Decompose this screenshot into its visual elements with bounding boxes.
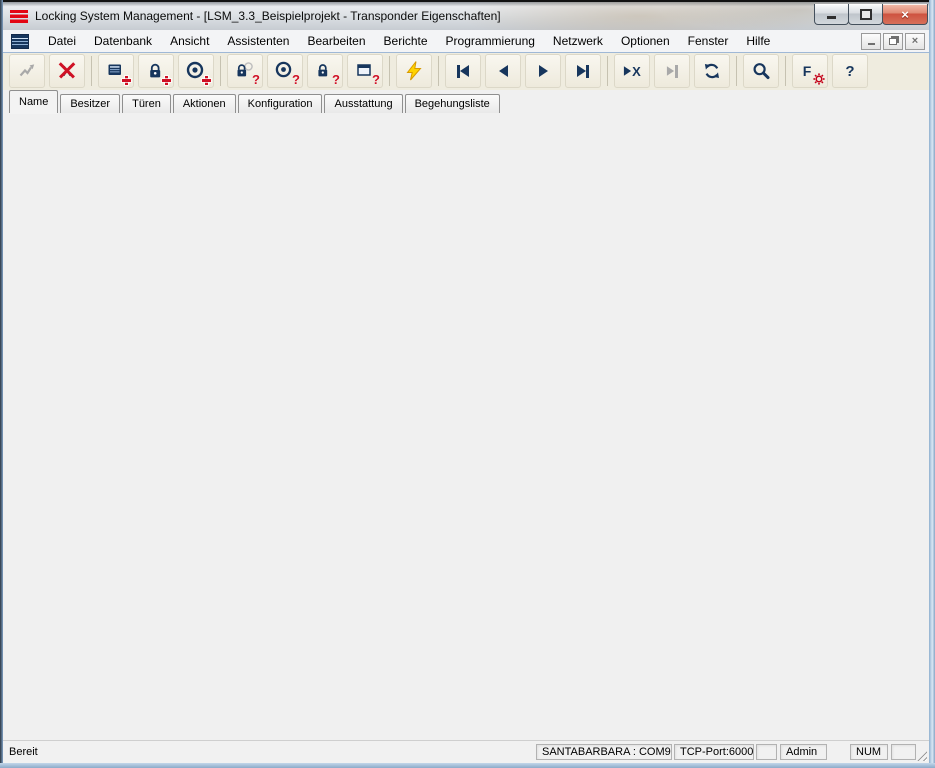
navigate-down-button[interactable] [654, 54, 690, 88]
read-order-button[interactable]: ? [347, 54, 383, 88]
menu-ansicht[interactable]: Ansicht [161, 30, 218, 52]
cancel-navigation-button[interactable]: X [614, 54, 650, 88]
help-icon: ? [845, 63, 854, 80]
new-transponder-button[interactable] [178, 54, 214, 88]
lightning-icon [404, 61, 424, 81]
help-button[interactable]: ? [832, 54, 868, 88]
status-station: SANTABARBARA : COM9 [536, 744, 672, 760]
app-logo-icon [10, 10, 28, 23]
previous-record-button[interactable] [485, 54, 521, 88]
mdi-restore-icon [889, 38, 897, 45]
status-user: Admin [780, 744, 827, 760]
title-bar[interactable]: Locking System Management - [LSM_3.3_Bei… [0, 0, 935, 30]
minimize-button[interactable] [814, 4, 849, 25]
menu-datei[interactable]: Datei [39, 30, 85, 52]
window-border-bottom [0, 763, 935, 768]
tab-tueren[interactable]: Türen [122, 94, 171, 113]
close-button[interactable]: × [882, 4, 928, 25]
menu-netzwerk[interactable]: Netzwerk [544, 30, 612, 52]
resize-grip[interactable] [915, 749, 927, 761]
status-empty-segment [756, 744, 777, 760]
menu-assistenten[interactable]: Assistenten [218, 30, 298, 52]
toolbar-separator [736, 56, 737, 86]
toolbar-separator [91, 56, 92, 86]
menu-datenbank[interactable]: Datenbank [85, 30, 161, 52]
status-empty-segment [891, 744, 916, 760]
toolbar-separator [785, 56, 786, 86]
delete-transponder-button[interactable]: X [49, 54, 85, 88]
menu-berichte[interactable]: Berichte [375, 30, 437, 52]
status-num-lock: NUM [850, 744, 888, 760]
search-icon [751, 61, 771, 81]
tab-strip: Name Besitzer Türen Aktionen Konfigurati… [3, 90, 929, 113]
window-border-right [929, 0, 935, 768]
tab-besitzer[interactable]: Besitzer [60, 94, 120, 113]
filter-icon: F [803, 63, 812, 79]
mdi-close-button[interactable]: × [905, 33, 925, 50]
window-title: Locking System Management - [LSM_3.3_Bei… [35, 9, 501, 23]
new-locking-device-button[interactable] [138, 54, 174, 88]
new-object-button[interactable] [98, 54, 134, 88]
minimize-icon [827, 16, 836, 19]
program-flash-button[interactable] [396, 54, 432, 88]
plus-badge-icon [162, 76, 171, 85]
plus-badge-icon [202, 76, 211, 85]
previous-record-icon [499, 65, 508, 77]
delete-transponder-icon: X [62, 63, 72, 80]
close-icon: × [901, 8, 909, 21]
question-badge-icon: ? [252, 72, 260, 87]
menu-fenster[interactable]: Fenster [679, 30, 738, 52]
status-bar: Bereit SANTABARBARA : COM9 TCP-Port:6000… [3, 740, 929, 764]
restore-button[interactable] [848, 4, 883, 25]
cancel-navigation-icon [624, 66, 631, 76]
tab-aktionen[interactable]: Aktionen [173, 94, 236, 113]
menu-programmierung[interactable]: Programmierung [437, 30, 544, 52]
toolbar-separator [438, 56, 439, 86]
read-transponder-button[interactable]: ? [267, 54, 303, 88]
application-window: Locking System Management - [LSM_3.3_Bei… [0, 0, 935, 768]
toolbar-separator [220, 56, 221, 86]
plus-badge-icon [122, 76, 131, 85]
next-record-button[interactable] [525, 54, 561, 88]
gear-icon [813, 73, 825, 85]
jump-button[interactable] [9, 54, 45, 88]
read-locking-device-button[interactable]: ? [227, 54, 263, 88]
tab-konfiguration[interactable]: Konfiguration [238, 94, 323, 113]
question-badge-icon: ? [332, 72, 340, 87]
toolbar-separator [389, 56, 390, 86]
mdi-restore-button[interactable] [883, 33, 903, 50]
tab-name[interactable]: Name [9, 90, 58, 113]
mdi-close-icon: × [912, 36, 918, 47]
last-record-icon [577, 65, 586, 77]
filter-button[interactable]: F [792, 54, 828, 88]
first-record-button[interactable] [445, 54, 481, 88]
toolbar-separator [607, 56, 608, 86]
next-record-icon [539, 65, 548, 77]
search-button[interactable] [743, 54, 779, 88]
menu-bearbeiten[interactable]: Bearbeiten [298, 30, 374, 52]
navigate-down-icon [667, 66, 674, 76]
mdi-minimize-icon [868, 43, 875, 45]
window-border-left [0, 0, 3, 768]
mdi-minimize-button[interactable] [861, 33, 881, 50]
question-badge-icon: ? [372, 72, 380, 87]
status-tcp-port: TCP-Port:6000 [674, 744, 754, 760]
refresh-icon [702, 61, 722, 81]
jump-icon [17, 61, 37, 81]
refresh-button[interactable] [694, 54, 730, 88]
last-record-button[interactable] [565, 54, 601, 88]
restore-icon [860, 9, 872, 20]
tab-begehungsliste[interactable]: Begehungsliste [405, 94, 500, 113]
question-badge-icon: ? [292, 72, 300, 87]
menu-hilfe[interactable]: Hilfe [737, 30, 779, 52]
toolbar: X ? ? ? ? [3, 52, 929, 91]
tab-ausstattung[interactable]: Ausstattung [324, 94, 402, 113]
status-ready-text: Bereit [9, 746, 38, 758]
menu-bar: Datei Datenbank Ansicht Assistenten Bear… [3, 30, 929, 53]
document-icon[interactable] [11, 34, 29, 49]
tab-page [3, 113, 929, 740]
read-lock-button[interactable]: ? [307, 54, 343, 88]
menu-optionen[interactable]: Optionen [612, 30, 679, 52]
